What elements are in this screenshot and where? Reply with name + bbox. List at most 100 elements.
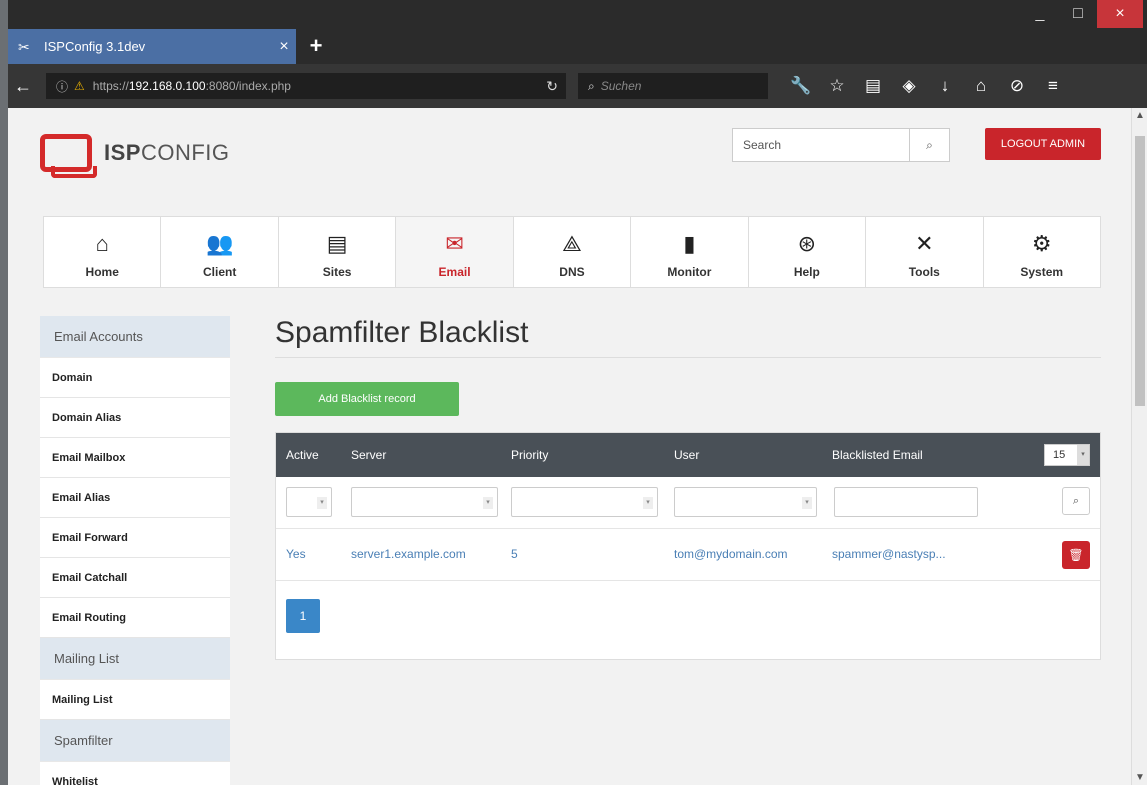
server-filter-select[interactable]: ▾ bbox=[351, 487, 498, 517]
sites-icon: ▤ bbox=[326, 231, 348, 256]
logo-mark-icon bbox=[40, 134, 97, 178]
page-scrollbar[interactable]: ▲ ▼ bbox=[1131, 108, 1147, 785]
cell-active[interactable]: Yes bbox=[286, 547, 306, 561]
close-window-button[interactable]: × bbox=[1097, 0, 1143, 28]
monitor-icon: ▮ bbox=[683, 231, 696, 256]
sidebar-item-email-forward[interactable]: Email Forward bbox=[40, 518, 230, 558]
search-icon: ⌕ bbox=[588, 78, 595, 93]
nav-label: Email bbox=[438, 265, 471, 279]
browser-tab[interactable]: ✂ ISPConfig 3.1dev × bbox=[8, 29, 296, 64]
user-filter-select[interactable]: ▾ bbox=[674, 487, 817, 517]
main-navigation: ⌂ Home 👥 Client ▤ Sites ✉ Email ⟁ DNS ▮ Monitor ⊛ Hel… bbox=[43, 216, 1101, 288]
address-bar[interactable]: ⓘ ⚠ https:// 192.168.0.100 :8080/index.p… bbox=[46, 73, 566, 99]
col-server[interactable]: Server bbox=[351, 448, 386, 462]
priority-filter-select[interactable]: ▾ bbox=[511, 487, 658, 517]
ispconfig-logo[interactable]: ISPCONFIG bbox=[40, 134, 230, 178]
new-tab-button[interactable]: + bbox=[299, 29, 333, 64]
sidebar-item-domain-alias[interactable]: Domain Alias bbox=[40, 398, 230, 438]
logout-button[interactable]: LOGOUT ADMIN bbox=[985, 128, 1101, 160]
browser-toolbar: 🔧 ☆ ▤ ◈ ↓ ⌂ ⊘ ≡ bbox=[783, 73, 1071, 99]
download-icon[interactable]: ↓ bbox=[927, 76, 963, 96]
url-prefix: https:// bbox=[92, 79, 129, 93]
sidebar-item-email-routing[interactable]: Email Routing bbox=[40, 598, 230, 638]
per-page-value: 15 bbox=[1053, 449, 1066, 461]
wrench-icon[interactable]: 🔧 bbox=[783, 76, 819, 96]
email-icon: ✉ bbox=[445, 231, 464, 256]
bookmark-star-icon[interactable]: ☆ bbox=[819, 76, 855, 96]
sidebar-item-email-alias[interactable]: Email Alias bbox=[40, 478, 230, 518]
sidebar-item-mailing-list[interactable]: Mailing List bbox=[40, 680, 230, 720]
title-bar: ✂ ISPConfig 3.1dev × + _ □ × bbox=[8, 0, 1147, 64]
search-button[interactable]: ⌕ bbox=[909, 129, 949, 161]
filter-row: ▾ ▾ ▾ ▾ ⌕ bbox=[276, 477, 1100, 529]
sidebar-item-domain[interactable]: Domain bbox=[40, 358, 230, 398]
nav-label: Help bbox=[793, 265, 820, 279]
nav-help[interactable]: ⊛ Help bbox=[749, 217, 867, 287]
nav-label: Tools bbox=[908, 265, 940, 279]
minimize-button[interactable]: _ bbox=[1021, 0, 1059, 28]
blacklist-table: Active Server Priority User Blacklisted … bbox=[275, 432, 1101, 660]
per-page-select[interactable]: 15 ▾ bbox=[1044, 444, 1090, 466]
nav-tools[interactable]: ✕ Tools bbox=[866, 217, 984, 287]
chevron-down-icon: ▾ bbox=[1077, 445, 1089, 465]
sidebar-item-whitelist[interactable]: Whitelist bbox=[40, 762, 230, 785]
reading-list-icon[interactable]: ▤ bbox=[855, 76, 891, 96]
sidebar-section-header: Spamfilter bbox=[40, 720, 230, 762]
table-row[interactable]: Yes server1.example.com 5 tom@mydomain.c… bbox=[276, 529, 1100, 581]
scrollbar-thumb[interactable] bbox=[1135, 136, 1145, 406]
chevron-down-icon: ▾ bbox=[643, 497, 653, 509]
nav-label: DNS bbox=[559, 265, 585, 279]
filter-search-button[interactable]: ⌕ bbox=[1062, 487, 1090, 515]
info-icon[interactable]: ⓘ bbox=[56, 78, 68, 95]
browser-search-input[interactable]: ⌕ Suchen bbox=[578, 73, 768, 99]
menu-icon[interactable]: ≡ bbox=[1035, 76, 1071, 96]
reload-icon[interactable]: ↻ bbox=[546, 78, 558, 95]
gear-icon: ⚙ bbox=[1031, 231, 1052, 256]
nav-home[interactable]: ⌂ Home bbox=[44, 217, 162, 287]
nav-label: Monitor bbox=[667, 265, 712, 279]
nav-monitor[interactable]: ▮ Monitor bbox=[631, 217, 749, 287]
page-title: Spamfilter Blacklist bbox=[275, 308, 1101, 358]
home-browser-icon[interactable]: ⌂ bbox=[963, 76, 999, 96]
nav-dns[interactable]: ⟁ DNS bbox=[514, 217, 632, 287]
nav-client[interactable]: 👥 Client bbox=[161, 217, 279, 287]
cell-server[interactable]: server1.example.com bbox=[351, 547, 466, 561]
email-filter-input[interactable] bbox=[834, 487, 978, 517]
col-priority[interactable]: Priority bbox=[511, 448, 548, 462]
search-field[interactable]: Search ⌕ bbox=[732, 128, 950, 162]
chevron-down-icon: ▾ bbox=[802, 497, 812, 509]
cell-email[interactable]: spammer@nastysp... bbox=[832, 547, 946, 561]
help-icon: ⊛ bbox=[797, 231, 817, 256]
users-icon: 👥 bbox=[205, 231, 234, 256]
scroll-down-icon[interactable]: ▼ bbox=[1132, 772, 1147, 783]
cell-priority[interactable]: 5 bbox=[511, 547, 518, 561]
page-content: ISPCONFIG Search ⌕ LOGOUT ADMIN ⌂ Home 👥 Cl… bbox=[8, 108, 1131, 785]
nav-email[interactable]: ✉ Email bbox=[396, 217, 514, 287]
sidebar-item-email-catchall[interactable]: Email Catchall bbox=[40, 558, 230, 598]
tools-icon: ✕ bbox=[915, 231, 934, 256]
sidebar-section-header: Email Accounts bbox=[40, 316, 230, 358]
tab-close-icon[interactable]: × bbox=[272, 38, 296, 56]
col-blacklisted-email[interactable]: Blacklisted Email bbox=[832, 448, 923, 462]
back-arrow-icon[interactable]: ← bbox=[8, 76, 38, 97]
col-active[interactable]: Active bbox=[286, 448, 319, 462]
scroll-up-icon[interactable]: ▲ bbox=[1132, 110, 1147, 121]
url-rest: :8080/index.php bbox=[205, 79, 291, 93]
sidebar-section-header: Mailing List bbox=[40, 638, 230, 680]
cell-user[interactable]: tom@mydomain.com bbox=[674, 547, 788, 561]
nav-system[interactable]: ⚙ System bbox=[984, 217, 1100, 287]
extension-icon[interactable]: ⊘ bbox=[999, 76, 1035, 96]
chevron-down-icon: ▾ bbox=[483, 497, 493, 509]
nav-label: Home bbox=[85, 265, 119, 279]
delete-button[interactable]: 🗑 bbox=[1062, 541, 1090, 569]
nav-sites[interactable]: ▤ Sites bbox=[279, 217, 397, 287]
pagination-page-1[interactable]: 1 bbox=[286, 599, 320, 633]
sidebar: Email Accounts Domain Domain Alias Email Ma… bbox=[40, 316, 230, 785]
search-input[interactable]: Search bbox=[733, 138, 909, 152]
col-user[interactable]: User bbox=[674, 448, 699, 462]
sidebar-item-email-mailbox[interactable]: Email Mailbox bbox=[40, 438, 230, 478]
pocket-icon[interactable]: ◈ bbox=[891, 76, 927, 96]
add-blacklist-record-button[interactable]: Add Blacklist record bbox=[275, 382, 459, 416]
maximize-button[interactable]: □ bbox=[1059, 0, 1097, 28]
active-filter-select[interactable]: ▾ bbox=[286, 487, 332, 517]
